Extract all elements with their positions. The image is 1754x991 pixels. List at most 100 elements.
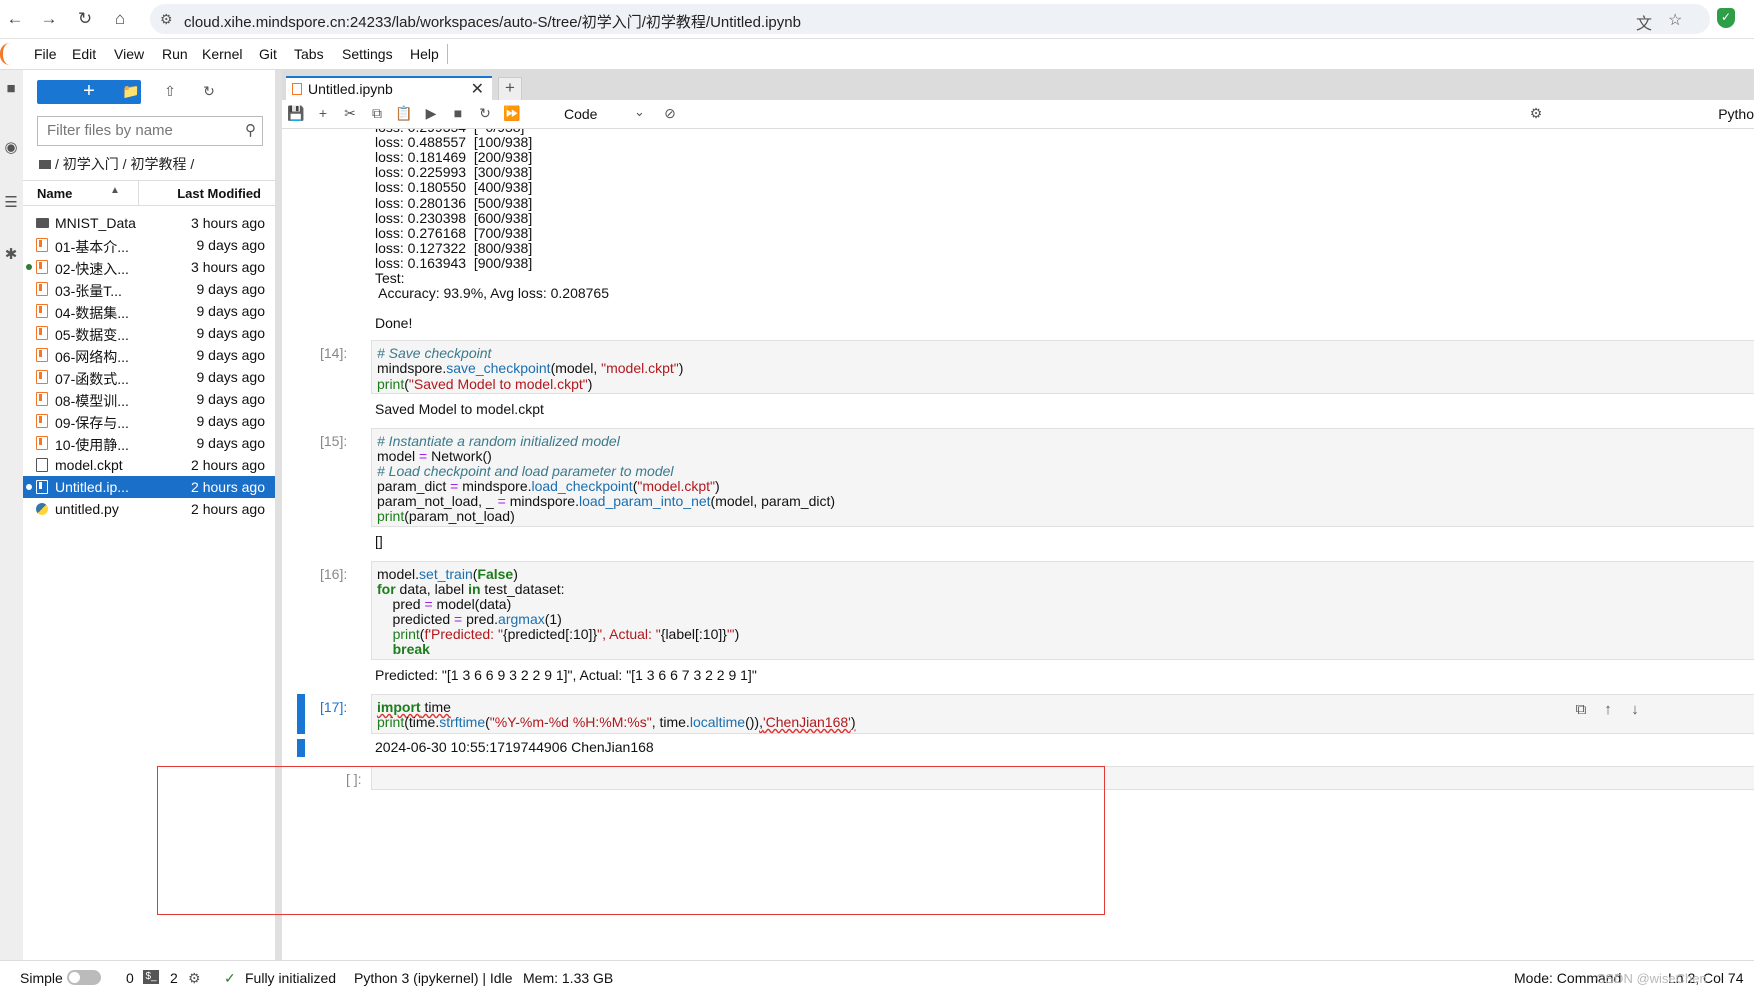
stop-icon[interactable]: ■ <box>448 105 468 123</box>
insert-cell-icon[interactable]: + <box>313 105 333 123</box>
menu-bar: File Edit View Run Kernel Git Tabs Setti… <box>0 39 1754 70</box>
menu-run[interactable]: Run <box>162 46 188 62</box>
run-all-icon[interactable]: ⏩ <box>502 105 522 123</box>
translate-icon[interactable]: 文 <box>1636 10 1652 34</box>
terminal-count[interactable]: 0 <box>126 970 134 986</box>
file-name: Untitled.ip... <box>55 479 129 495</box>
kernel-count[interactable]: 2 <box>170 970 178 986</box>
cell-15-output: [] <box>375 533 383 549</box>
file-row[interactable]: 06-网络构... 9 days ago <box>23 344 275 366</box>
file-row[interactable]: 10-使用静... 9 days ago <box>23 432 275 454</box>
menu-kernel[interactable]: Kernel <box>202 46 242 62</box>
file-row[interactable]: untitled.py 2 hours ago <box>23 498 275 520</box>
cut-icon[interactable]: ✂ <box>340 105 360 123</box>
file-list-header: Name ▲ Last Modified <box>23 180 275 206</box>
active-cell-bar[interactable] <box>297 694 305 734</box>
cell-16-code[interactable]: model.set_train(False) for data, label i… <box>371 561 1754 660</box>
cell-17-code[interactable]: import time print(time.strftime("%Y-%m-%… <box>371 694 1754 734</box>
forward-icon[interactable]: → <box>38 8 60 30</box>
filter-field[interactable]: ⚲ <box>37 116 263 146</box>
menu-git[interactable]: Git <box>259 46 277 62</box>
folder-home-icon[interactable] <box>39 160 51 169</box>
kernel-status[interactable]: Python 3 (ipykernel) | Idle <box>354 970 513 986</box>
toc-icon[interactable]: ☰ <box>1 193 21 213</box>
file-modified: 9 days ago <box>196 281 266 297</box>
file-modified: 2 hours ago <box>191 501 265 517</box>
chevron-down-icon[interactable]: ⌄ <box>634 104 645 120</box>
menu-view[interactable]: View <box>114 46 144 62</box>
column-name-header[interactable]: Name <box>37 186 72 201</box>
breadcrumb[interactable]: / 初学入门 / 初学教程 / <box>39 154 194 174</box>
refresh-icon[interactable]: ↻ <box>199 83 219 103</box>
duplicate-cell-icon[interactable]: ⧉ <box>1571 701 1591 721</box>
file-row[interactable]: 01-基本介... 9 days ago <box>23 234 275 256</box>
simple-mode-toggle[interactable] <box>67 970 101 985</box>
file-row[interactable]: MNIST_Data 3 hours ago <box>23 212 275 234</box>
tab-bar: Untitled.ipynb ✕ + <box>282 70 1754 101</box>
file-name: untitled.py <box>55 501 119 517</box>
column-modified-header[interactable]: Last Modified <box>177 186 261 201</box>
reload-icon[interactable]: ↻ <box>74 8 96 30</box>
file-name: 07-函数式... <box>55 371 129 387</box>
close-icon[interactable]: ✕ <box>471 79 484 99</box>
highlight-annotation-box <box>157 766 1105 915</box>
output-line: Done! <box>375 315 413 332</box>
home-icon[interactable]: ⌂ <box>109 8 131 30</box>
file-row[interactable]: 03-张量T... 9 days ago <box>23 278 275 300</box>
memory-usage: Mem: 1.33 GB <box>523 970 614 986</box>
file-row[interactable]: 09-保存与... 9 days ago <box>23 410 275 432</box>
menu-file[interactable]: File <box>34 46 57 62</box>
filter-input[interactable] <box>38 117 237 143</box>
menu-help[interactable]: Help <box>410 46 439 62</box>
site-info-icon[interactable]: ⚙ <box>160 11 173 28</box>
file-name: 01-基本介... <box>55 239 129 255</box>
file-modified: 9 days ago <box>196 369 266 385</box>
file-modified: 3 hours ago <box>191 259 265 275</box>
new-tab-button[interactable]: + <box>498 77 522 101</box>
new-folder-icon[interactable]: 📁 <box>121 83 141 103</box>
back-icon[interactable]: ← <box>4 8 26 30</box>
terminal-icon[interactable]: $_ <box>143 970 159 984</box>
file-row[interactable]: 05-数据变... 9 days ago <box>23 322 275 344</box>
file-modified: 9 days ago <box>196 435 266 451</box>
upload-icon[interactable]: ⇧ <box>160 83 180 103</box>
cell-14-code[interactable]: # Save checkpoint mindspore.save_checkpo… <box>371 340 1754 394</box>
menu-edit[interactable]: Edit <box>72 46 96 62</box>
menu-tabs[interactable]: Tabs <box>294 46 324 62</box>
address-bar[interactable]: ⚙ cloud.xihe.mindspore.cn:24233/lab/work… <box>150 4 1710 34</box>
active-output-bar[interactable] <box>297 739 305 757</box>
restart-icon[interactable]: ↻ <box>475 105 495 123</box>
file-row[interactable]: Untitled.ip... 2 hours ago <box>23 476 275 498</box>
kernel-name[interactable]: Pytho <box>1718 106 1754 122</box>
run-icon[interactable]: ▶ <box>421 105 441 123</box>
file-row[interactable]: 02-快速入... 3 hours ago <box>23 256 275 278</box>
url-text[interactable]: cloud.xihe.mindspore.cn:24233/lab/worksp… <box>184 11 801 32</box>
file-row[interactable]: 07-函数式... 9 days ago <box>23 366 275 388</box>
column-divider[interactable] <box>138 181 139 205</box>
tab-untitled-ipynb[interactable]: Untitled.ipynb ✕ <box>286 76 492 100</box>
move-up-icon[interactable]: ↑ <box>1598 701 1618 721</box>
file-row[interactable]: model.ckpt 2 hours ago <box>23 454 275 476</box>
code-line: print(f'Predicted: "{predicted[:10]}", A… <box>392 626 740 642</box>
cell-15-code[interactable]: # Instantiate a random initialized model… <box>371 428 1754 527</box>
copy-icon[interactable]: ⧉ <box>367 105 387 123</box>
file-row[interactable]: 08-模型训... 9 days ago <box>23 388 275 410</box>
bookmark-star-icon[interactable]: ☆ <box>1668 10 1682 30</box>
kernel-settings-icon[interactable]: ⚙ <box>1526 105 1546 123</box>
move-down-icon[interactable]: ↓ <box>1625 701 1645 721</box>
folder-icon[interactable]: ■ <box>1 80 21 100</box>
extension-icon[interactable]: ✱ <box>1 245 21 265</box>
shield-icon[interactable]: ✓ <box>1717 8 1735 28</box>
kernel-icon[interactable]: ⚙ <box>188 970 201 987</box>
git-diff-icon[interactable]: ⊘ <box>660 105 680 123</box>
paste-icon[interactable]: 📋 <box>394 105 414 123</box>
save-icon[interactable]: 💾 <box>286 105 306 123</box>
file-modified: 9 days ago <box>196 325 266 341</box>
cell-type-select[interactable]: Code <box>564 106 597 122</box>
running-icon[interactable]: ◉ <box>1 138 21 158</box>
file-row[interactable]: 04-数据集... 9 days ago <box>23 300 275 322</box>
breadcrumb-path[interactable]: / 初学入门 / 初学教程 / <box>55 156 194 172</box>
code-line: break <box>392 641 430 657</box>
menu-settings[interactable]: Settings <box>342 46 393 62</box>
sort-up-icon: ▲ <box>110 185 120 196</box>
